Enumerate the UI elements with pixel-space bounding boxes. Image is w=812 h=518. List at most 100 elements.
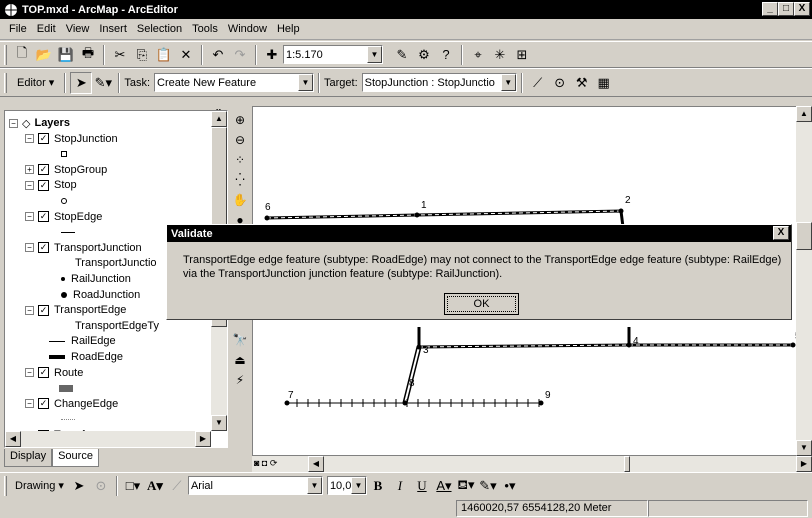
edit-tool-arrow-icon[interactable]: ➤ bbox=[70, 71, 93, 94]
fixed-zoom-in-icon[interactable]: ⁘ bbox=[230, 150, 250, 170]
snap-tool-icon[interactable]: ⚒ bbox=[571, 72, 593, 94]
editor-menu[interactable]: Editor ▾ bbox=[11, 76, 60, 89]
menu-file[interactable]: File bbox=[4, 23, 32, 35]
toc-class-railedge[interactable]: RailEdge bbox=[49, 333, 116, 349]
toc-subtype-heading[interactable]: TransportEdgeTy bbox=[75, 318, 159, 334]
visibility-checkbox[interactable]: ✓ bbox=[38, 398, 49, 410]
visibility-checkbox[interactable]: ✓ bbox=[38, 164, 49, 176]
go-to-xy-icon[interactable]: ⏏ bbox=[230, 350, 250, 370]
underline-icon[interactable]: U bbox=[411, 475, 433, 497]
error-inspector-icon[interactable]: ⊞ bbox=[511, 44, 533, 66]
scroll-up-icon[interactable]: ▲ bbox=[211, 111, 227, 127]
tab-source[interactable]: Source bbox=[52, 449, 99, 467]
maximize-button[interactable]: □ bbox=[778, 2, 794, 16]
scroll-left-icon[interactable]: ◀ bbox=[308, 456, 324, 472]
map-vertical-scrollbar[interactable]: ▲ ▼ bbox=[796, 106, 812, 456]
font-size-combo[interactable]: 10,00 ▼ bbox=[326, 476, 367, 495]
collapse-icon[interactable]: − bbox=[25, 212, 34, 222]
menu-selection[interactable]: Selection bbox=[132, 23, 187, 35]
rotate-tool-icon[interactable]: ⊙ bbox=[549, 72, 571, 94]
task-combo[interactable]: Create New Feature ▼ bbox=[154, 73, 315, 92]
new-text-icon[interactable]: A▾ bbox=[144, 475, 166, 497]
marker-color-icon[interactable]: •▾ bbox=[499, 475, 521, 497]
junction-node-6[interactable] bbox=[264, 215, 270, 221]
toc-layer-changeedge[interactable]: − ✓ ChangeEdge bbox=[25, 396, 118, 412]
scroll-down-icon[interactable]: ▼ bbox=[211, 415, 227, 431]
chevron-down-icon[interactable]: ▼ bbox=[350, 477, 366, 494]
toc-legend-row[interactable] bbox=[61, 411, 81, 427]
toc-legend-row[interactable] bbox=[61, 224, 81, 240]
scroll-right-icon[interactable]: ▶ bbox=[796, 456, 812, 472]
close-button[interactable]: X bbox=[794, 2, 810, 16]
toc-layer-stopjunction[interactable]: − ✓ StopJunction bbox=[25, 131, 118, 147]
minimize-button[interactable]: _ bbox=[762, 2, 778, 16]
delete-icon[interactable]: ✕ bbox=[175, 44, 197, 66]
editor-toolbar-icon[interactable]: ✎ bbox=[391, 44, 413, 66]
toc-class-roadjunction[interactable]: RoadJunction bbox=[61, 287, 140, 303]
menu-window[interactable]: Window bbox=[223, 23, 272, 35]
undo-icon[interactable]: ↶ bbox=[207, 44, 229, 66]
layers-group[interactable]: − ◇ Layers bbox=[9, 115, 70, 131]
toc-legend-row[interactable] bbox=[61, 146, 73, 162]
chevron-down-icon[interactable]: ▼ bbox=[306, 477, 322, 494]
line-color-icon[interactable]: ✎▾ bbox=[477, 475, 499, 497]
toc-layer-transportjunction[interactable]: − ✓ TransportJunction bbox=[25, 240, 142, 256]
junction-node-4[interactable] bbox=[626, 342, 632, 348]
junction-node-9[interactable] bbox=[538, 400, 544, 406]
chevron-down-icon[interactable]: ▼ bbox=[367, 46, 382, 63]
toolbar-grip[interactable] bbox=[4, 72, 7, 93]
network-tool-icon[interactable]: ⌖ bbox=[467, 44, 489, 66]
rotate-element-icon[interactable]: ⊙ bbox=[90, 475, 112, 497]
split-tool-icon[interactable]: ⟋ bbox=[527, 72, 549, 94]
chevron-down-icon[interactable]: ▼ bbox=[500, 74, 516, 91]
toc-layer-stopgroup[interactable]: + ✓ StopGroup bbox=[25, 162, 107, 178]
fill-color-icon[interactable]: ⛾▾ bbox=[455, 475, 477, 497]
toc-layer-transportedge[interactable]: − ✓ TransportEdge bbox=[25, 302, 126, 318]
visibility-checkbox[interactable]: ✓ bbox=[38, 304, 49, 316]
save-icon[interactable]: 💾 bbox=[55, 44, 77, 66]
zoom-out-icon[interactable]: ⊖ bbox=[230, 130, 250, 150]
map-scale-combo[interactable]: 1:5.170 ▼ bbox=[283, 45, 383, 64]
redo-icon[interactable]: ↷ bbox=[229, 44, 251, 66]
visibility-checkbox[interactable]: ✓ bbox=[38, 242, 49, 254]
edit-vertices-icon[interactable]: ⟋ bbox=[166, 475, 188, 497]
chevron-down-icon[interactable]: ▼ bbox=[298, 74, 314, 91]
font-color-icon[interactable]: A▾ bbox=[433, 475, 455, 497]
ok-button[interactable]: OK bbox=[444, 293, 519, 315]
toc-subtype-heading[interactable]: TransportJunctio bbox=[75, 255, 157, 271]
tab-display[interactable]: Display bbox=[4, 449, 53, 467]
arctoolbox-icon[interactable]: ⚙ bbox=[413, 44, 435, 66]
toc-horizontal-scrollbar[interactable]: ◀ ▶ bbox=[5, 431, 211, 447]
copy-icon[interactable]: ⎘ bbox=[131, 44, 153, 66]
scroll-right-icon[interactable]: ▶ bbox=[195, 431, 211, 447]
menu-tools[interactable]: Tools bbox=[187, 23, 223, 35]
zoom-in-icon[interactable]: ⊕ bbox=[230, 110, 250, 130]
junction-node-7[interactable] bbox=[284, 400, 290, 406]
paste-icon[interactable]: 📋 bbox=[153, 44, 175, 66]
hyperlink-lightning-icon[interactable]: ⚡ bbox=[230, 370, 250, 390]
toolbar-grip[interactable] bbox=[4, 475, 7, 496]
scroll-thumb[interactable] bbox=[796, 222, 812, 250]
toc-layer-route[interactable]: − ✓ Route bbox=[25, 365, 83, 381]
toc-layer-stopedge[interactable]: − ✓ StopEdge bbox=[25, 209, 102, 225]
layout-view-icon[interactable]: ◙ ◘ ⟳ bbox=[254, 458, 277, 469]
toolbar-grip[interactable] bbox=[4, 44, 7, 65]
collapse-icon[interactable]: − bbox=[25, 180, 34, 190]
junction-node-1[interactable] bbox=[414, 212, 420, 218]
collapse-icon[interactable]: − bbox=[25, 399, 34, 409]
new-document-icon[interactable]: 🗋 bbox=[11, 44, 33, 66]
scroll-thumb[interactable] bbox=[624, 456, 630, 472]
junction-node-3[interactable] bbox=[416, 344, 422, 350]
expand-icon[interactable]: + bbox=[25, 165, 34, 175]
scroll-down-icon[interactable]: ▼ bbox=[796, 440, 812, 456]
toc-class-roadedge[interactable]: RoadEdge bbox=[49, 349, 123, 365]
attributes-icon[interactable]: ▦ bbox=[593, 72, 615, 94]
map-horizontal-scrollbar[interactable]: ◙ ◘ ⟳ ◀ ▶ bbox=[252, 456, 812, 472]
collapse-icon[interactable]: − bbox=[25, 243, 34, 253]
italic-icon[interactable]: I bbox=[389, 475, 411, 497]
find-binoculars-icon[interactable]: 🔭 bbox=[230, 330, 250, 350]
visibility-checkbox[interactable]: ✓ bbox=[38, 133, 49, 145]
menu-view[interactable]: View bbox=[61, 23, 95, 35]
collapse-icon[interactable]: − bbox=[25, 134, 34, 144]
drawing-menu[interactable]: Drawing ▾ bbox=[11, 479, 68, 492]
